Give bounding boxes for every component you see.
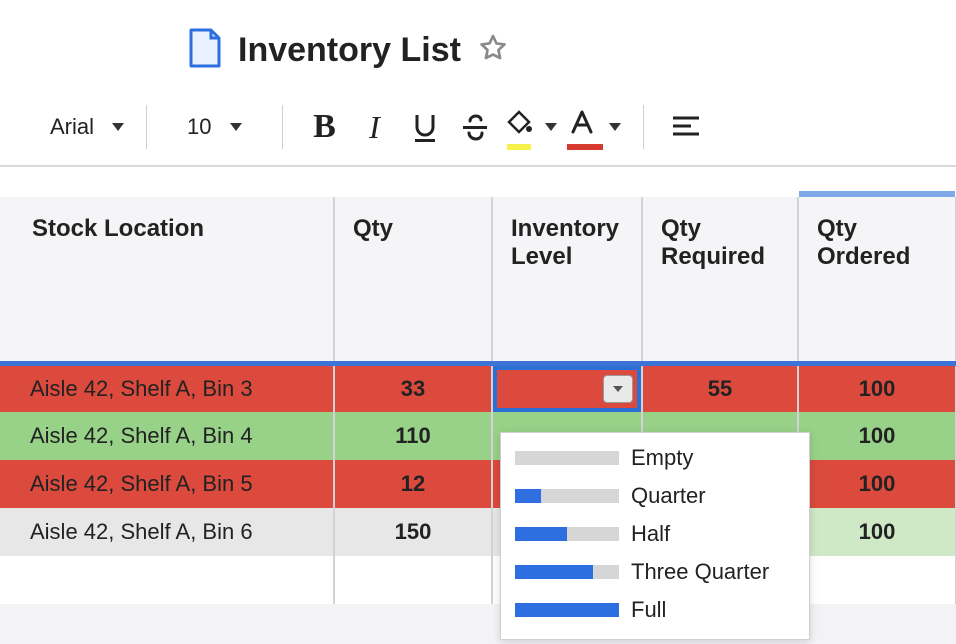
strikethrough-button[interactable] — [455, 107, 495, 147]
level-bar-icon — [515, 489, 619, 503]
level-bar-icon — [515, 451, 619, 465]
gutter-head — [0, 197, 14, 364]
row-gutter — [0, 508, 14, 556]
cell-qty[interactable]: 150 — [334, 508, 492, 556]
chevron-down-icon — [613, 386, 623, 392]
cell-qty-ordered[interactable]: 100 — [798, 460, 956, 508]
align-left-button[interactable] — [666, 107, 706, 147]
cell-qty[interactable]: 33 — [334, 364, 492, 412]
cell-stock-location[interactable]: Aisle 42, Shelf A, Bin 6 — [14, 508, 334, 556]
chevron-down-icon — [609, 123, 621, 131]
cell-stock-location[interactable]: Aisle 42, Shelf A, Bin 5 — [14, 460, 334, 508]
col-inventory-level[interactable]: Inventory Level — [492, 197, 642, 364]
page-title[interactable]: Inventory List — [238, 31, 461, 70]
cell-stock-location[interactable]: Aisle 42, Shelf A, Bin 3 — [14, 364, 334, 412]
row-gutter — [0, 364, 14, 412]
col-qty[interactable]: Qty — [334, 197, 492, 364]
cell-qty[interactable]: 12 — [334, 460, 492, 508]
italic-button[interactable]: I — [355, 107, 395, 147]
table-row[interactable]: Aisle 42, Shelf A, Bin 6150 100 — [0, 508, 956, 556]
cell-empty[interactable] — [334, 556, 492, 604]
font-family-label: Arial — [50, 114, 94, 140]
inventory-table[interactable]: Stock Location Qty Inventory Level Qty R… — [0, 197, 956, 604]
row-gutter — [0, 460, 14, 508]
dropdown-option[interactable]: Full — [501, 591, 809, 629]
cell-inventory-level[interactable] — [492, 364, 642, 412]
dropdown-trigger[interactable] — [603, 375, 633, 403]
chevron-down-icon — [545, 123, 557, 131]
cell-empty[interactable] — [798, 556, 956, 604]
level-bar-icon — [515, 603, 619, 617]
dropdown-option[interactable]: Half — [501, 515, 809, 553]
doc-icon — [188, 28, 222, 73]
table-row[interactable]: Aisle 42, Shelf A, Bin 512 100 — [0, 460, 956, 508]
level-bar-icon — [515, 565, 619, 579]
row-gutter — [0, 412, 14, 460]
col-stock-location[interactable]: Stock Location — [14, 197, 334, 364]
chevron-down-icon — [112, 123, 124, 131]
dropdown-option-label: Full — [631, 597, 666, 623]
level-bar-icon — [515, 527, 619, 541]
col-qty-required[interactable]: Qty Required — [642, 197, 798, 364]
dropdown-option[interactable]: Empty — [501, 439, 809, 477]
cell-qty-required[interactable]: 55 — [642, 364, 798, 412]
cell-qty-ordered[interactable]: 100 — [798, 508, 956, 556]
star-icon[interactable] — [477, 32, 509, 69]
dropdown-option-label: Quarter — [631, 483, 706, 509]
dropdown-option[interactable]: Three Quarter — [501, 553, 809, 591]
dropdown-option-label: Empty — [631, 445, 693, 471]
toolbar: Arial 10 B I — [0, 97, 956, 167]
cell-stock-location[interactable]: Aisle 42, Shelf A, Bin 4 — [14, 412, 334, 460]
bold-button[interactable]: B — [305, 107, 345, 147]
inventory-level-dropdown[interactable]: Empty Quarter Half Three Quarter Full — [500, 432, 810, 640]
text-color-button[interactable] — [567, 107, 621, 147]
font-size-select[interactable]: 10 — [147, 103, 281, 151]
table-row[interactable]: Aisle 42, Shelf A, Bin 333 55100 — [0, 364, 956, 412]
dropdown-option-label: Half — [631, 521, 670, 547]
cell-empty[interactable] — [0, 556, 14, 604]
font-size-label: 10 — [187, 114, 211, 140]
dropdown-option-label: Three Quarter — [631, 559, 769, 585]
cell-qty-ordered[interactable]: 100 — [798, 364, 956, 412]
cell-empty[interactable] — [14, 556, 334, 604]
cell-qty[interactable]: 110 — [334, 412, 492, 460]
chevron-down-icon — [230, 123, 242, 131]
font-family-select[interactable]: Arial — [28, 103, 146, 151]
table-row[interactable] — [0, 556, 956, 604]
underline-button[interactable] — [405, 107, 445, 147]
cell-qty-ordered[interactable]: 100 — [798, 412, 956, 460]
table-row[interactable]: Aisle 42, Shelf A, Bin 4110 100 — [0, 412, 956, 460]
col-qty-ordered[interactable]: Qty Ordered — [798, 197, 956, 364]
fill-color-button[interactable] — [505, 107, 557, 147]
dropdown-option[interactable]: Quarter — [501, 477, 809, 515]
